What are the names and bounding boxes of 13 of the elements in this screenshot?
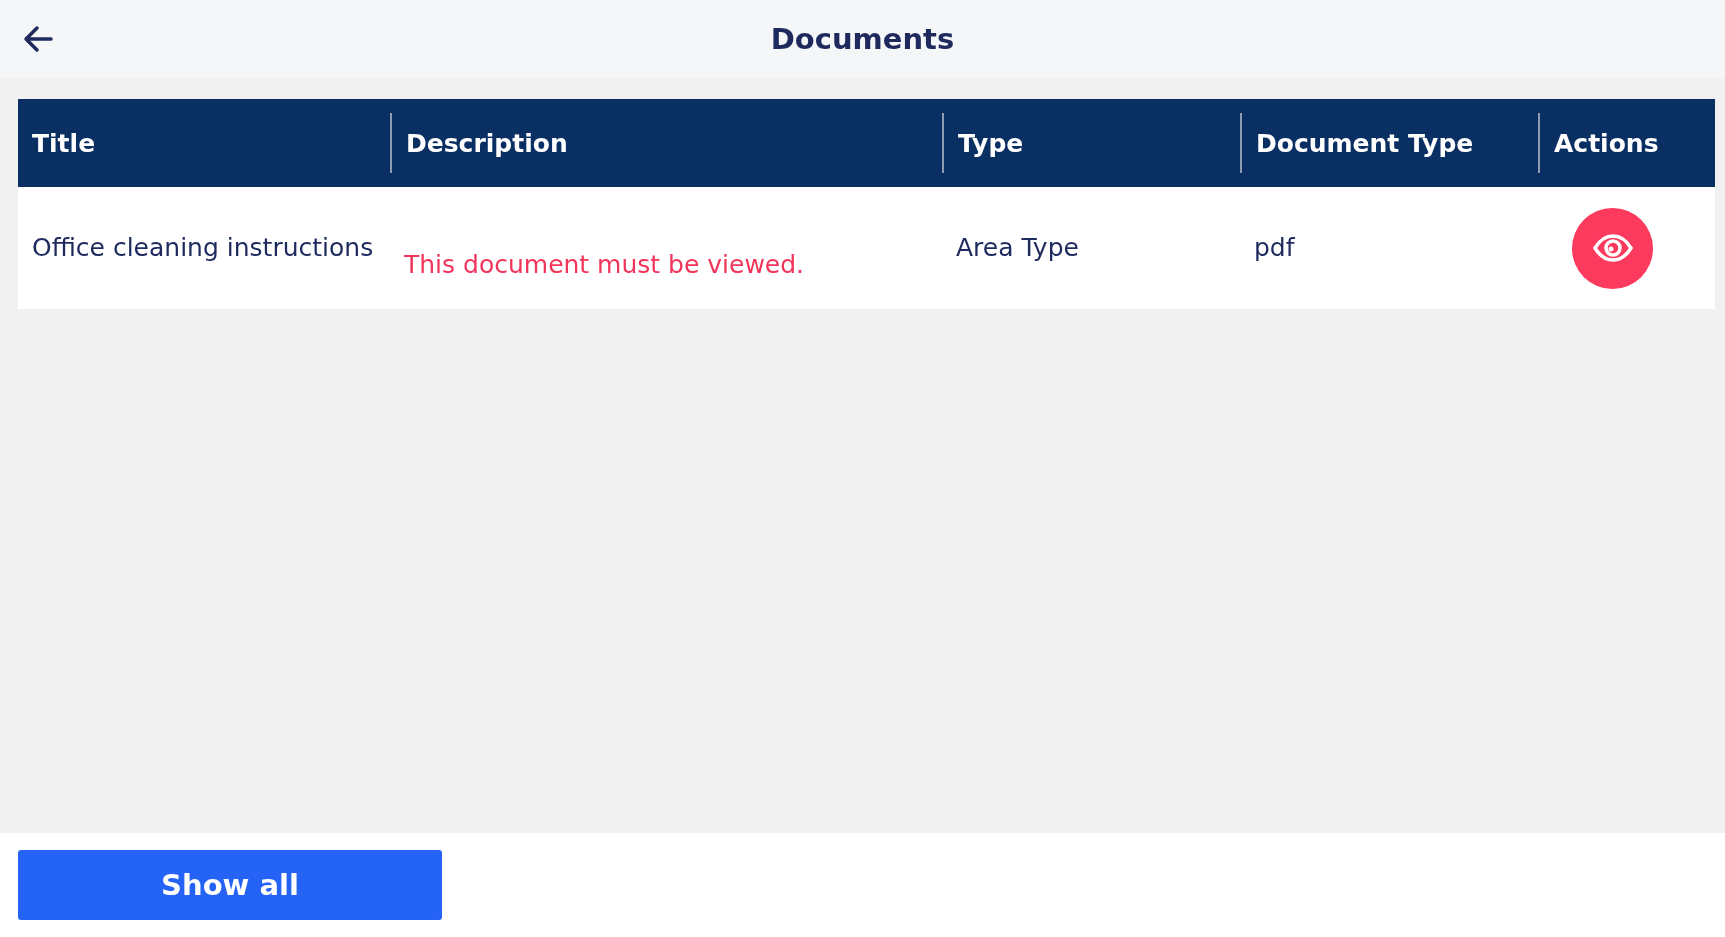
column-header: Title	[31, 127, 97, 160]
column-header: Actions	[1538, 113, 1715, 173]
column-header: Type	[942, 113, 1240, 173]
column-header: Description	[390, 113, 942, 173]
show-all-button[interactable]: Show all	[18, 850, 442, 920]
table-cell-text: This document must be viewed.	[403, 249, 806, 282]
eye-icon	[1592, 234, 1633, 262]
column-header: Document Type	[1240, 113, 1538, 173]
table-cell-text: pdf	[1253, 232, 1296, 265]
back-arrow-icon[interactable]	[22, 24, 54, 54]
table-cell-text: Office cleaning instructions	[31, 232, 375, 265]
table-cell-text: Area Type	[955, 232, 1080, 265]
page-title: Documents	[770, 22, 955, 56]
